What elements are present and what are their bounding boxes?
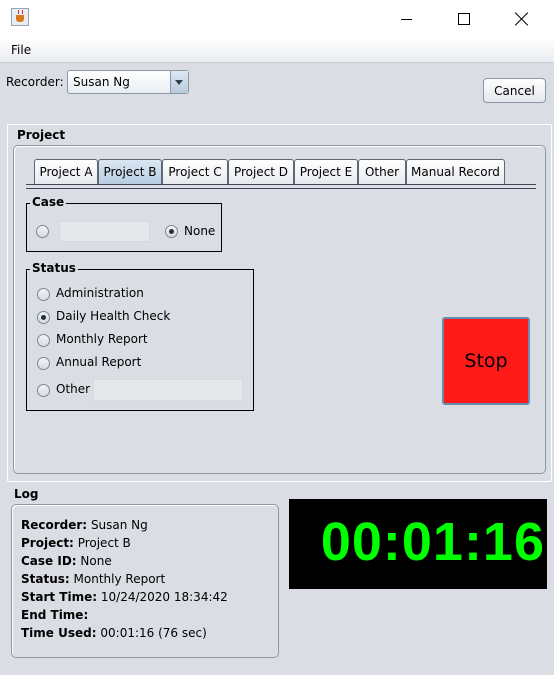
case-id-field[interactable] [59,221,150,242]
maximize-button[interactable] [441,0,487,38]
log-line-recorder: Recorder: Susan Ng [21,518,148,532]
log-line-project: Project: Project B [21,536,131,550]
tab-divider [26,184,536,185]
timer-text: 00:01:16 [320,512,545,572]
tab-other[interactable]: Other [358,159,406,184]
case-none-label: None [184,224,216,238]
status-radio-monthly-report[interactable] [37,334,50,347]
close-icon [515,12,529,26]
recorder-label: Recorder: [6,75,64,89]
maximize-icon [458,13,470,25]
recorder-selected-value: Susan Ng [73,75,130,89]
chevron-down-icon[interactable] [170,71,188,93]
cancel-button[interactable]: Cancel [483,78,546,103]
minimize-icon [400,18,412,20]
case-none-radio[interactable] [165,225,178,238]
status-radio-daily-health-check[interactable] [37,311,50,324]
status-label-administration: Administration [56,286,144,300]
log-line-case-id: Case ID: None [21,554,112,568]
status-label-monthly-report: Monthly Report [56,332,148,346]
tab-project-d[interactable]: Project D [228,159,294,184]
status-radio-annual-report[interactable] [37,357,50,370]
project-panel-title: Project [17,128,66,142]
menu-bar [0,38,554,63]
tab-project-b[interactable]: Project B [98,159,162,184]
java-coffee-cup-icon [11,8,29,26]
status-radio-administration[interactable] [37,288,50,301]
tab-manual-record[interactable]: Manual Record [406,159,505,184]
timer-display: 00:01:16 [289,499,547,589]
log-line-time-used: Time Used: 00:01:16 (76 sec) [21,626,207,640]
log-line-end-time: End Time: [21,608,89,622]
menu-file[interactable]: File [11,43,31,57]
log-title: Log [14,487,39,501]
tab-project-e[interactable]: Project E [294,159,358,184]
status-label-annual-report: Annual Report [56,355,142,369]
minimize-button[interactable] [383,0,429,38]
status-label-other: Other [56,382,91,396]
log-line-status: Status: Monthly Report [21,572,166,586]
tab-project-c[interactable]: Project C [162,159,228,184]
tab-project-a[interactable]: Project A [34,159,98,184]
status-radio-other[interactable] [37,384,50,397]
status-group-title: Status [30,261,78,275]
stop-button[interactable]: Stop [442,317,530,405]
log-line-start-time: Start Time: 10/24/2020 18:34:42 [21,590,228,604]
tab-divider [26,188,536,189]
close-button[interactable] [499,0,545,38]
case-group-title: Case [30,195,67,209]
status-other-field[interactable] [93,379,243,401]
recorder-dropdown[interactable]: Susan Ng [67,70,189,94]
status-label-daily-health-check: Daily Health Check [56,309,171,323]
case-id-radio[interactable] [36,225,49,238]
